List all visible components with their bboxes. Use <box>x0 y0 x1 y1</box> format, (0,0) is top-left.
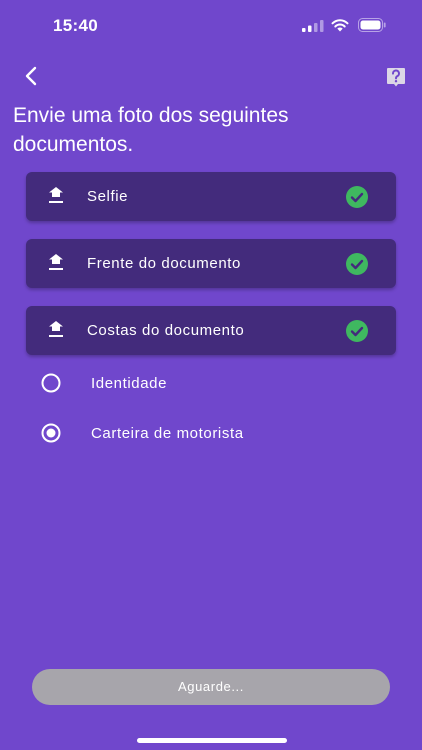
check-circle-icon <box>346 320 368 342</box>
radio-unselected-icon[interactable] <box>41 373 61 393</box>
radio-option-identidade[interactable]: Identidade <box>41 371 381 395</box>
home-indicator <box>137 738 287 743</box>
upload-icon <box>49 321 63 337</box>
radio-option-label: Identidade <box>91 375 168 392</box>
wifi-icon <box>331 19 349 32</box>
status-time: 15:40 <box>53 16 98 35</box>
page-title: Envie uma foto dos seguintes documentos. <box>13 104 289 156</box>
battery-icon <box>358 18 386 32</box>
check-circle-icon <box>346 253 368 275</box>
upload-icon <box>49 187 63 203</box>
document-card-label: Frente do documento <box>87 255 241 272</box>
back-button[interactable] <box>20 64 44 88</box>
document-card-front[interactable]: Frente do documento <box>26 239 396 288</box>
document-card-back[interactable]: Costas do documento <box>26 306 396 355</box>
cellular-signal-icon <box>302 20 324 32</box>
radio-option-carteira-de-motorista[interactable]: Carteira de motorista <box>41 421 381 445</box>
document-card-selfie[interactable]: Selfie <box>26 172 396 221</box>
document-card-label: Costas do documento <box>87 322 245 339</box>
upload-icon <box>49 254 63 270</box>
document-card-label: Selfie <box>87 188 129 205</box>
check-circle-icon <box>346 186 368 208</box>
wait-button[interactable]: Aguarde... <box>32 669 390 705</box>
help-button[interactable] <box>386 67 406 87</box>
radio-option-label: Carteira de motorista <box>91 425 244 442</box>
status-bar: 15:40 <box>0 0 422 50</box>
radio-selected-icon[interactable] <box>41 423 61 443</box>
